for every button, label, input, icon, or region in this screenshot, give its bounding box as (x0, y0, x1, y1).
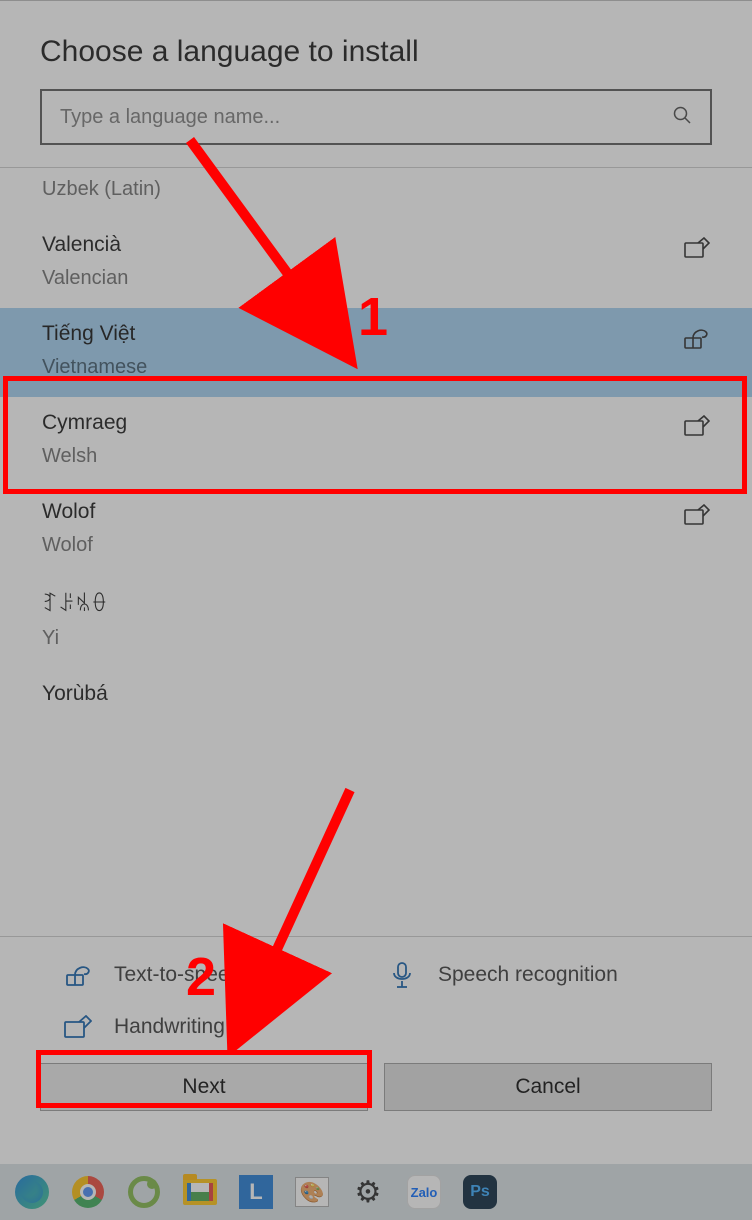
taskbar-paint[interactable] (284, 1168, 340, 1216)
language-english: Yi (42, 627, 108, 650)
language-native: Valencià (42, 233, 128, 257)
taskbar-edge[interactable] (4, 1168, 60, 1216)
handwriting-icon (64, 1015, 92, 1039)
taskbar-explorer[interactable] (172, 1168, 228, 1216)
list-item[interactable]: Wolof Wolof (0, 486, 752, 575)
search-box[interactable] (40, 89, 712, 145)
language-native: Wolof (42, 500, 95, 524)
L-icon: L (239, 1175, 273, 1209)
coccoc-icon (128, 1176, 160, 1208)
taskbar-chrome[interactable] (60, 1168, 116, 1216)
language-english: Vietnamese (42, 356, 147, 379)
language-install-dialog: Choose a language to install Uzbek (Lati… (0, 0, 752, 1145)
taskbar-coccoc[interactable] (116, 1168, 172, 1216)
language-native: ꆈꌠꁱꂷ (42, 589, 108, 617)
zalo-icon: Zalo (407, 1175, 441, 1209)
gear-icon: ⚙ (355, 1175, 382, 1210)
taskbar-settings[interactable]: ⚙ (340, 1168, 396, 1216)
list-item[interactable]: Yorùbá (0, 668, 752, 706)
list-item[interactable]: ꆈꌠꁱꂷ Yi (0, 575, 752, 668)
tts-icon (682, 326, 710, 355)
dialog-buttons: Next Cancel (0, 1063, 752, 1145)
taskbar-zalo[interactable]: Zalo (396, 1168, 452, 1216)
taskbar[interactable]: L ⚙ Zalo Ps (0, 1164, 752, 1220)
search-container (0, 89, 752, 167)
handwriting-icon (684, 237, 710, 264)
legend-label: Handwriting (114, 1015, 225, 1039)
language-native: Yorùbá (42, 682, 108, 706)
photoshop-icon: Ps (463, 1175, 497, 1209)
language-english: Uzbek (Latin) (42, 178, 161, 201)
chrome-icon (72, 1176, 104, 1208)
language-native: Tiếng Việt (42, 322, 147, 346)
next-button[interactable]: Next (40, 1063, 368, 1111)
folder-icon (183, 1179, 217, 1205)
cancel-button[interactable]: Cancel (384, 1063, 712, 1111)
search-input[interactable] (60, 106, 672, 129)
list-item-selected[interactable]: Tiếng Việt Vietnamese (0, 308, 752, 397)
legend-label: Speech recognition (438, 963, 618, 987)
dialog-title: Choose a language to install (40, 35, 712, 69)
language-native: Cymraeg (42, 411, 127, 435)
handwriting-icon (684, 415, 710, 442)
language-english: Welsh (42, 445, 127, 468)
feature-legend: Text-to-speech Speech recognition Handwr… (0, 936, 752, 1063)
language-english: Valencian (42, 267, 128, 290)
legend-tts: Text-to-speech (64, 961, 388, 989)
edge-icon (15, 1175, 49, 1209)
language-list[interactable]: Uzbek (Latin) Valencià Valencian Tiếng V… (0, 168, 752, 936)
legend-handwriting: Handwriting (64, 1015, 388, 1039)
legend-label: Text-to-speech (114, 963, 252, 987)
dialog-header: Choose a language to install (0, 1, 752, 89)
handwriting-icon (684, 504, 710, 531)
list-item[interactable]: Uzbek (Latin) (0, 168, 752, 219)
list-item[interactable]: Cymraeg Welsh (0, 397, 752, 486)
taskbar-L[interactable]: L (228, 1168, 284, 1216)
search-icon[interactable] (672, 105, 692, 130)
tts-icon (64, 963, 92, 987)
microphone-icon (388, 961, 416, 989)
taskbar-photoshop[interactable]: Ps (452, 1168, 508, 1216)
paint-icon (295, 1177, 329, 1207)
language-english: Wolof (42, 534, 95, 557)
list-item[interactable]: Valencià Valencian (0, 219, 752, 308)
legend-speech: Speech recognition (388, 961, 712, 989)
